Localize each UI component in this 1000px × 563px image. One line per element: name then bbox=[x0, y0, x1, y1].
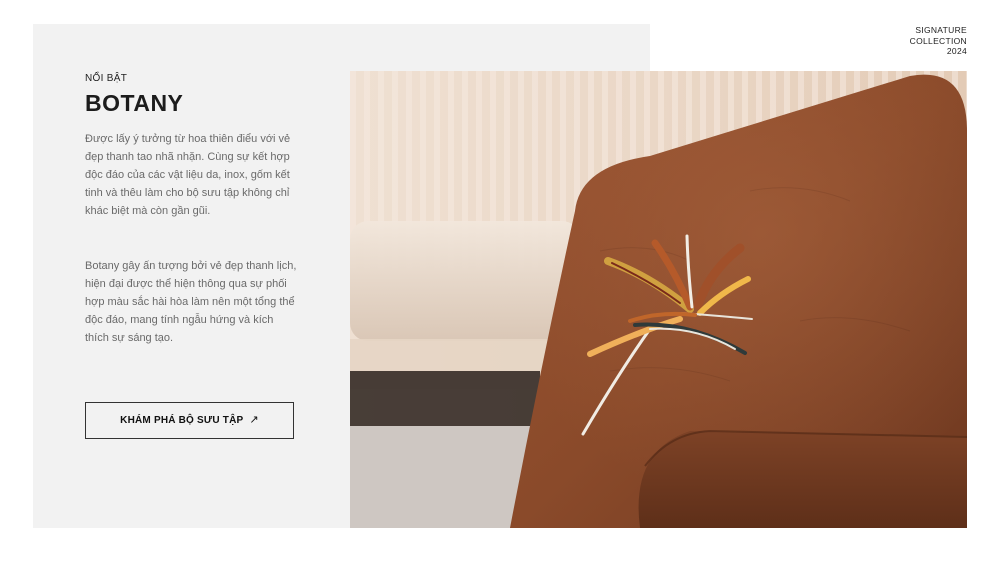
explore-collection-button[interactable]: KHÁM PHÁ BỘ SƯU TẬP ↗ bbox=[85, 402, 294, 439]
signature-collection-label: SIGNATURE COLLECTION 2024 bbox=[910, 25, 967, 57]
arrow-up-right-icon: ↗ bbox=[249, 414, 259, 426]
feature-title: BOTANY bbox=[85, 90, 184, 116]
signature-line-3: 2024 bbox=[946, 46, 967, 56]
explore-collection-label: KHÁM PHÁ BỘ SƯU TẬP bbox=[120, 415, 244, 426]
signature-line-2: COLLECTION bbox=[909, 35, 967, 46]
signature-line-1: SIGNATURE bbox=[915, 25, 967, 35]
feature-description-2: Botany gây ấn tượng bởi vẻ đẹp thanh lịc… bbox=[85, 260, 297, 344]
page: NỔI BẬT BOTANY Được lấy ý tưởng từ hoa t… bbox=[0, 0, 1000, 563]
feature-eyebrow: NỔI BẬT bbox=[85, 73, 128, 84]
armchair-embroidery-image bbox=[350, 71, 967, 528]
product-photo bbox=[350, 71, 967, 528]
feature-description-1: Được lấy ý tưởng từ hoa thiên điểu với v… bbox=[85, 133, 291, 217]
